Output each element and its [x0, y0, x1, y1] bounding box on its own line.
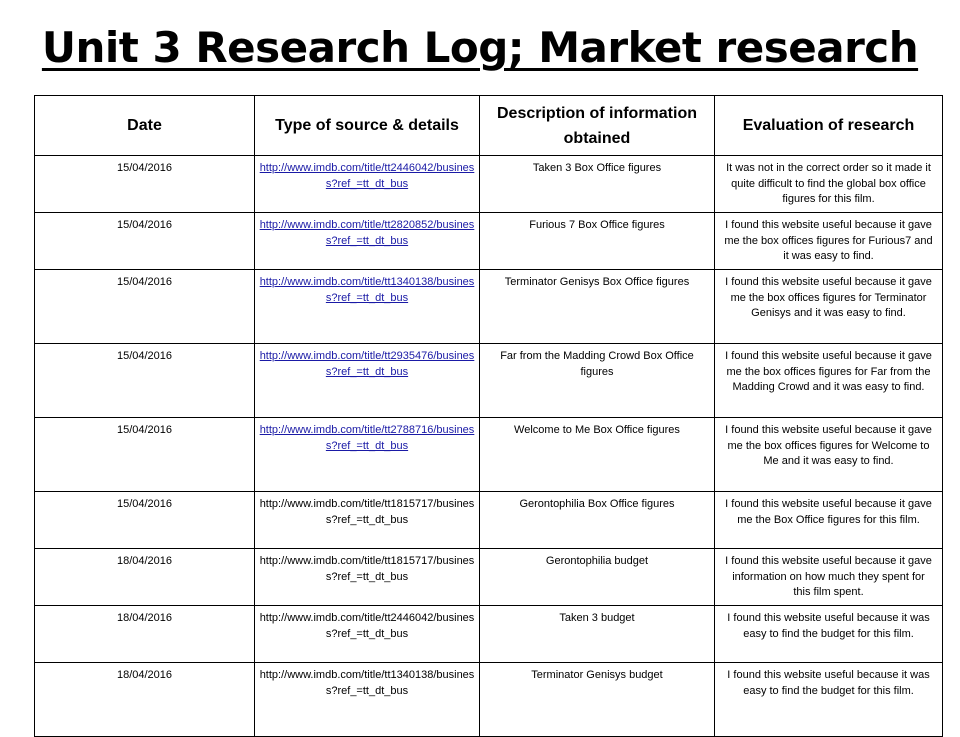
evaluation-cell: I found this website useful because it g… [714, 212, 943, 270]
source-cell: http://www.imdb.com/title/tt1340138/busi… [254, 269, 480, 344]
evaluation-cell: It was not in the correct order so it ma… [714, 155, 943, 213]
table-row: 15/04/2016 http://www.imdb.com/title/tt28… [34, 212, 943, 270]
source-cell: http://www.imdb.com/title/tt2446042/busi… [254, 155, 480, 213]
source-link[interactable]: http://www.imdb.com/title/tt1340138/busi… [260, 276, 475, 304]
table-row: 15/04/2016 http://www.imdb.com/title/tt27… [34, 417, 943, 492]
date-cell: 15/04/2016 [34, 212, 255, 270]
date-cell: 15/04/2016 [34, 155, 255, 213]
source-text: http://www.imdb.com/title/tt1340138/busi… [259, 669, 475, 697]
date-cell: 15/04/2016 [34, 269, 255, 344]
table-row: 18/04/2016 http://www.imdb.com/title/tt13… [34, 662, 943, 737]
table-row: 15/04/2016 http://www.imdb.com/title/tt29… [34, 343, 943, 418]
evaluation-cell: I found this website useful because it g… [714, 417, 943, 492]
source-cell: http://www.imdb.com/title/tt2788716/busi… [254, 417, 480, 492]
date-cell: 15/04/2016 [34, 491, 255, 549]
date-cell: 18/04/2016 [34, 605, 255, 663]
table-row: 15/04/2016 http://www.imdb.com/title/tt18… [34, 491, 943, 549]
description-cell: Taken 3 budget [479, 605, 715, 663]
table-row: 15/04/2016 http://www.imdb.com/title/tt24… [34, 155, 943, 213]
description-cell: Gerontophilia budget [479, 548, 715, 606]
source-text: http://www.imdb.com/title/tt1815717/busi… [259, 555, 475, 583]
evaluation-cell: I found this website useful because it g… [714, 269, 943, 344]
table-header-row: Date Type of source & details Descriptio… [34, 95, 943, 156]
evaluation-cell: I found this website useful because it g… [714, 343, 943, 418]
column-header-date: Date [34, 95, 255, 156]
description-cell: Far from the Madding Crowd Box Office fi… [479, 343, 715, 418]
date-cell: 18/04/2016 [34, 548, 255, 606]
source-cell: http://www.imdb.com/title/tt2820852/busi… [254, 212, 480, 270]
source-cell: http://www.imdb.com/title/tt1340138/busi… [254, 662, 480, 737]
source-cell: http://www.imdb.com/title/tt1815717/busi… [254, 548, 480, 606]
evaluation-cell: I found this website useful because it g… [714, 548, 943, 606]
table-row: 18/04/2016 http://www.imdb.com/title/tt24… [34, 605, 943, 663]
description-cell: Gerontophilia Box Office figures [479, 491, 715, 549]
source-link[interactable]: http://www.imdb.com/title/tt2820852/busi… [260, 219, 475, 247]
column-header-description: Description of information obtained [479, 95, 715, 156]
description-cell: Terminator Genisys Box Office figures [479, 269, 715, 344]
description-cell: Furious 7 Box Office figures [479, 212, 715, 270]
date-cell: 15/04/2016 [34, 343, 255, 418]
source-link[interactable]: http://www.imdb.com/title/tt2446042/busi… [260, 162, 475, 190]
description-cell: Terminator Genisys budget [479, 662, 715, 737]
source-text: http://www.imdb.com/title/tt1815717/busi… [259, 498, 475, 526]
source-cell: http://www.imdb.com/title/tt1815717/busi… [254, 491, 480, 549]
source-cell: http://www.imdb.com/title/tt2935476/busi… [254, 343, 480, 418]
evaluation-cell: I found this website useful because it w… [714, 605, 943, 663]
column-header-evaluation: Evaluation of research [714, 95, 943, 156]
table-row: 15/04/2016 http://www.imdb.com/title/tt13… [34, 269, 943, 344]
source-link[interactable]: http://www.imdb.com/title/tt2935476/busi… [260, 350, 475, 378]
table-row: 18/04/2016 http://www.imdb.com/title/tt18… [34, 548, 943, 606]
date-cell: 18/04/2016 [34, 662, 255, 737]
source-text: http://www.imdb.com/title/tt2446042/busi… [259, 612, 475, 640]
page-title: Unit 3 Research Log; Market research [41, 23, 919, 72]
description-cell: Taken 3 Box Office figures [479, 155, 715, 213]
source-link[interactable]: http://www.imdb.com/title/tt2788716/busi… [260, 424, 475, 452]
description-cell: Welcome to Me Box Office figures [479, 417, 715, 492]
evaluation-cell: I found this website useful because it w… [714, 662, 943, 737]
date-cell: 15/04/2016 [34, 417, 255, 492]
research-log-table: Date Type of source & details Descriptio… [34, 95, 943, 737]
source-cell: http://www.imdb.com/title/tt2446042/busi… [254, 605, 480, 663]
evaluation-cell: I found this website useful because it g… [714, 491, 943, 549]
table-body: 15/04/2016 http://www.imdb.com/title/tt24… [34, 155, 943, 737]
column-header-source: Type of source & details [254, 95, 480, 156]
